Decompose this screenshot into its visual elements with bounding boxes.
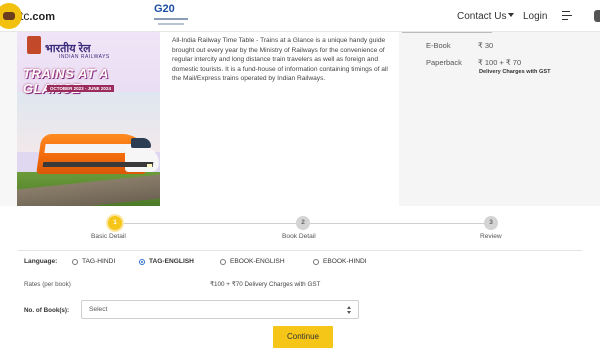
book-cover-image: भारतीय रेल INDIAN RAILWAYS TRAINS AT A G… <box>17 32 160 206</box>
basic-detail-form: Language: TAG-HINDI TAG-ENGLISH EBOOK-EN… <box>0 246 600 354</box>
ebook-label: E-Book <box>426 41 451 50</box>
radio-ebook-english[interactable]: EBOOK-ENGLISH <box>220 258 285 265</box>
left-gutter <box>0 32 17 206</box>
delivery-note: Delivery Charges with GST <box>479 69 551 75</box>
site-logo[interactable]: tc.com <box>0 2 55 30</box>
rates-value: ₹100 + ₹70 Delivery Charges with GST <box>210 281 321 288</box>
caret-down-icon <box>508 13 515 17</box>
nav-login[interactable]: Login <box>523 11 547 22</box>
divider <box>402 32 492 33</box>
radio-tag-english[interactable]: TAG-ENGLISH <box>139 258 194 265</box>
nav-contact-us[interactable]: Contact Us <box>457 11 515 22</box>
radio-button[interactable] <box>220 258 226 265</box>
radio-button-selected[interactable] <box>139 258 145 265</box>
ebook-price: ₹ 30 <box>478 41 494 50</box>
cover-org-label: INDIAN RAILWAYS <box>59 54 110 60</box>
logo-badge-icon <box>0 3 22 29</box>
railway-emblem-icon <box>27 36 41 54</box>
train-illustration <box>36 124 160 182</box>
books-count-select[interactable]: Select <box>81 300 359 319</box>
step-3-indicator: 3 <box>484 216 498 230</box>
step-1-label: Basic Detail <box>91 233 126 240</box>
step-3-label: Review <box>480 233 502 240</box>
page: tc.com G20 Contact Us Login भारतीय रेल I… <box>0 0 600 354</box>
logo-suffix: .com <box>29 11 56 23</box>
radio-button[interactable] <box>72 258 78 265</box>
language-label: Language: <box>24 258 58 265</box>
top-navbar: tc.com G20 Contact Us Login <box>0 0 600 32</box>
pricing-panel: E-Book ₹ 30 Paperback ₹ 100 + ₹ 70 Deliv… <box>399 32 600 206</box>
product-description: All-India Railway Time Table - Trains at… <box>172 37 388 83</box>
cover-dates: OCTOBER 2023 - JUNE 2024 <box>47 85 114 92</box>
continue-button[interactable]: Continue <box>273 326 333 348</box>
accessibility-icon[interactable] <box>594 10 600 22</box>
g20-logo: G20 <box>150 2 190 30</box>
step-1-indicator: 1 <box>108 216 122 230</box>
paperback-label: Paperback <box>426 58 462 67</box>
paperback-price: ₹ 100 + ₹ 70 <box>478 58 522 67</box>
books-count-label: No. of Book(s): <box>24 307 70 314</box>
menu-icon[interactable] <box>562 11 574 21</box>
step-2-label: Book Detail <box>282 233 316 240</box>
step-2-indicator: 2 <box>296 216 310 230</box>
radio-tag-hindi[interactable]: TAG-HINDI <box>72 258 115 265</box>
g20-label: G20 <box>154 3 175 15</box>
select-arrows-icon <box>347 306 352 314</box>
form-divider <box>18 250 582 251</box>
radio-ebook-hindi[interactable]: EBOOK-HINDI <box>313 258 367 265</box>
rates-label: Rates (per book) <box>24 281 71 288</box>
progress-stepper: 1 2 3 Basic Detail Book Detail Review <box>0 206 600 246</box>
radio-button[interactable] <box>313 258 319 265</box>
